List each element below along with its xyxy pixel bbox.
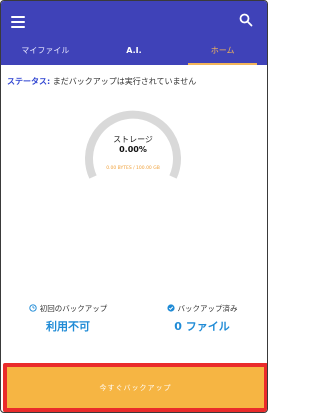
backup-action-area: 今すぐバックアップ	[1, 361, 267, 412]
storage-percent: 0.00%	[119, 145, 147, 154]
tab-ai[interactable]: A.I.	[90, 43, 179, 65]
tab-my-files[interactable]: マイファイル	[1, 43, 90, 65]
first-backup-label: 初回のバックアップ	[39, 303, 108, 313]
app-frame: マイファイル A.I. ホーム ステータス: まだバックアップは実行されていませ…	[0, 0, 268, 413]
tab-home[interactable]: ホーム	[178, 43, 267, 65]
search-icon[interactable]	[239, 13, 253, 27]
storage-gauge: ストレージ 0.00% 0.00 BYTES / 100.00 GB	[71, 99, 195, 199]
tab-bar: マイファイル A.I. ホーム	[1, 43, 267, 65]
app-bar: マイファイル A.I. ホーム	[1, 1, 267, 65]
highlight-outline: 今すぐバックアップ	[3, 363, 267, 412]
check-circle-icon	[166, 304, 175, 312]
storage-title: ストレージ	[113, 135, 153, 144]
status-label: ステータス:	[7, 77, 51, 86]
backup-stats: 初回のバックアップ 利用不可 バックアップ済み 0 ファイル	[1, 297, 267, 333]
storage-usage: 0.00 BYTES / 100.00 GB	[106, 166, 160, 171]
first-backup-value: 利用不可	[46, 320, 90, 333]
first-backup-stat: 初回のバックアップ 利用不可	[1, 297, 135, 334]
backup-status: ステータス: まだバックアップは実行されていません	[7, 76, 196, 87]
backed-up-label: バックアップ済み	[177, 303, 238, 313]
backed-up-value: 0 ファイル	[174, 320, 230, 333]
backup-now-button[interactable]: 今すぐバックアップ	[7, 367, 264, 408]
status-text: まだバックアップは実行されていません	[52, 77, 197, 86]
clock-icon	[29, 304, 37, 312]
backed-up-stat: バックアップ済み 0 ファイル	[135, 297, 267, 334]
hamburger-menu-icon[interactable]	[11, 16, 25, 28]
